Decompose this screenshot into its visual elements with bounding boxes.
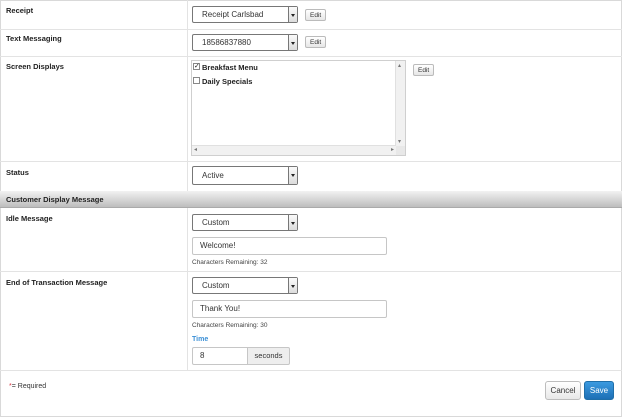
eot-characters-remaining: Characters Remaining: 30 (192, 322, 268, 329)
scroll-right-icon[interactable]: ▸ (391, 147, 394, 153)
receipt-row: Receipt Receipt Carlsbad Edit (0, 0, 622, 30)
daily-specials-checkbox[interactable] (193, 77, 200, 84)
idle-message-type-select[interactable]: Custom (192, 214, 298, 231)
idle-message-row: Idle Message Custom Welcome! Characters … (0, 208, 622, 272)
required-text: = Required (11, 383, 47, 390)
text-messaging-label: Text Messaging (6, 34, 62, 43)
customer-display-section-header: Customer Display Message (0, 191, 622, 208)
idle-message-input[interactable]: Welcome! (192, 237, 387, 255)
status-row: Status Active (0, 162, 622, 191)
chevron-down-icon (288, 35, 297, 50)
vertical-scrollbar[interactable]: ▴ ▾ (395, 61, 405, 146)
horizontal-scrollbar[interactable]: ◂ ▸ (192, 145, 396, 155)
cancel-button[interactable]: Cancel (545, 381, 581, 400)
screen-displays-label: Screen Displays (6, 62, 64, 71)
column-divider (187, 0, 188, 29)
screen-displays-edit-button[interactable]: Edit (413, 64, 435, 76)
chevron-down-icon (288, 215, 297, 230)
column-divider (187, 162, 188, 191)
idle-characters-remaining: Characters Remaining: 32 (192, 259, 268, 266)
text-messaging-edit-button[interactable]: Edit (305, 36, 327, 48)
scroll-down-icon[interactable]: ▾ (398, 139, 401, 145)
receipt-select-value: Receipt Carlsbad (202, 10, 264, 19)
daily-specials-label: Daily Specials (202, 77, 253, 86)
idle-message-label: Idle Message (6, 214, 53, 223)
chevron-down-icon (288, 7, 297, 22)
breakfast-menu-label: Breakfast Menu (202, 63, 258, 72)
section-title: Customer Display Message (6, 195, 104, 204)
status-label: Status (6, 168, 29, 177)
idle-type-value: Custom (202, 218, 230, 227)
end-of-transaction-type-select[interactable]: Custom (192, 277, 298, 294)
end-of-transaction-label: End of Transaction Message (6, 278, 108, 287)
required-note: *= Required (9, 383, 46, 390)
text-messaging-row: Text Messaging 18586837880 Edit (0, 30, 622, 57)
breakfast-menu-checkbox[interactable]: ✓ (193, 63, 200, 70)
status-select-value: Active (202, 171, 224, 180)
column-divider (187, 57, 188, 161)
chevron-down-icon (288, 167, 297, 184)
scroll-up-icon[interactable]: ▴ (398, 63, 401, 69)
column-divider (187, 272, 188, 370)
time-input[interactable]: 8 (192, 347, 248, 365)
time-label: Time (192, 336, 209, 343)
end-of-transaction-row: End of Transaction Message Custom Thank … (0, 272, 622, 371)
time-unit-addon: seconds (248, 347, 290, 365)
receipt-edit-button[interactable]: Edit (305, 9, 327, 21)
scrollbar-corner (396, 146, 405, 155)
text-messaging-select-value: 18586837880 (202, 38, 251, 47)
receipt-select[interactable]: Receipt Carlsbad (192, 6, 298, 23)
column-divider (187, 30, 188, 56)
chevron-down-icon (288, 278, 297, 293)
eot-type-value: Custom (202, 281, 230, 290)
text-messaging-select[interactable]: 18586837880 (192, 34, 298, 51)
end-of-transaction-message-input[interactable]: Thank You! (192, 300, 387, 318)
receipt-label: Receipt (6, 6, 34, 15)
column-divider (187, 208, 188, 271)
status-select[interactable]: Active (192, 166, 298, 185)
screen-displays-listbox[interactable]: ✓ Breakfast Menu Daily Specials ▴ ▾ ◂ ▸ (191, 60, 406, 156)
scroll-left-icon[interactable]: ◂ (194, 147, 197, 153)
save-button[interactable]: Save (584, 381, 614, 400)
